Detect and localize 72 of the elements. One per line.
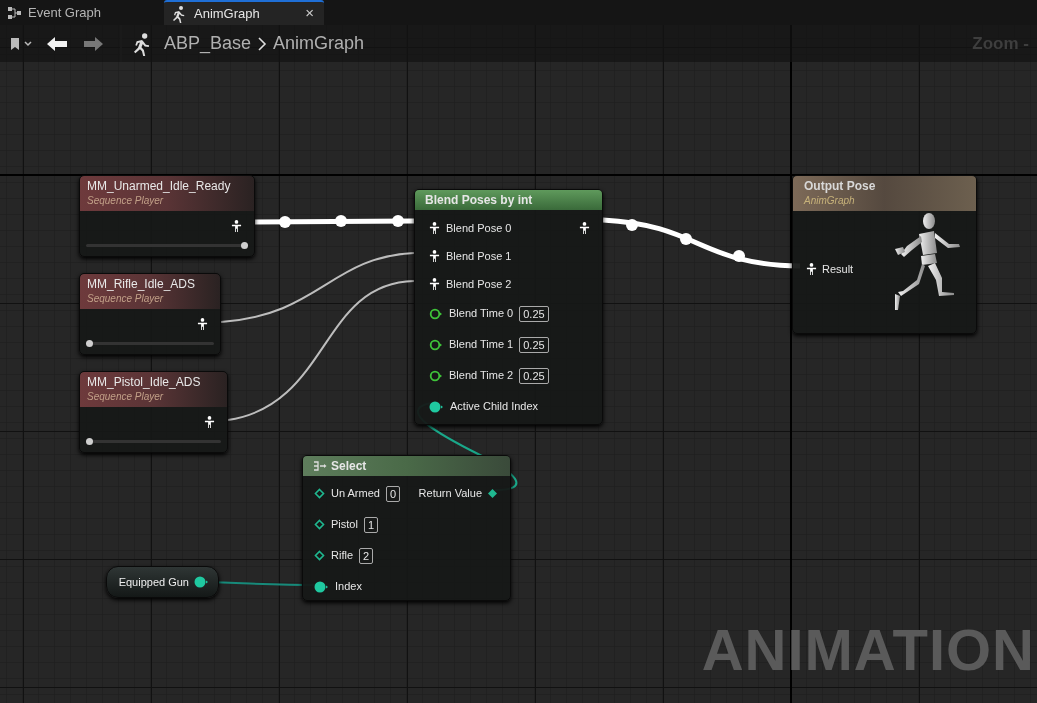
node-title: Equipped Gun xyxy=(118,574,189,590)
pin-label: Blend Pose 0 xyxy=(446,220,512,236)
tab[interactable]: Event Graph xyxy=(0,0,160,25)
diamond-pin-icon[interactable] xyxy=(314,519,325,530)
value-field[interactable]: 2 xyxy=(359,547,374,564)
graph-node[interactable]: Blend Poses by int Blend Pose 0 Blend Pose 1 Blend Pose 2 Blend Time 0 0.25 Blend Time 1 0.25 Blend Time 2 0.25 Active Child Index xyxy=(414,189,603,425)
back-arrow-icon[interactable] xyxy=(46,35,68,52)
int-pin-icon[interactable] xyxy=(314,580,329,593)
diamond-pin-icon[interactable] xyxy=(314,488,325,499)
pin-label: Index xyxy=(335,579,362,595)
pin-label: Blend Time 2 xyxy=(449,368,514,384)
pin-label: Blend Pose 2 xyxy=(446,276,512,292)
int-pin-icon[interactable] xyxy=(429,400,444,413)
graph-icon xyxy=(8,6,22,19)
pose-pin-icon[interactable] xyxy=(806,262,817,276)
pose-pin-icon[interactable] xyxy=(429,277,440,291)
position-thumb[interactable] xyxy=(86,438,93,445)
pose-pin-icon[interactable] xyxy=(429,221,440,235)
breadcrumb-link[interactable]: ABP_Base xyxy=(164,30,252,57)
diamond-pin-icon[interactable] xyxy=(487,487,498,499)
tab-label: Event Graph xyxy=(28,3,102,22)
node-title: Blend Poses by int xyxy=(425,192,533,209)
value-field[interactable]: 0.25 xyxy=(519,305,549,322)
pose-pin-icon[interactable] xyxy=(231,220,242,233)
graph-node[interactable]: MM_Pistol_Idle_ADS Sequence Player xyxy=(79,371,228,453)
diamond-pin-icon[interactable] xyxy=(314,550,325,561)
forward-arrow-icon[interactable] xyxy=(84,35,104,52)
variable-node[interactable]: Equipped Gun xyxy=(106,566,219,598)
node-title: MM_Pistol_Idle_ADS xyxy=(87,374,202,390)
pose-pin-icon[interactable] xyxy=(204,416,215,429)
pin-label: Result xyxy=(822,262,854,277)
float-pin-icon[interactable] xyxy=(429,369,443,382)
graph-node[interactable]: Output Pose AnimGraph Result xyxy=(792,175,977,334)
pin-label: Blend Time 1 xyxy=(449,337,514,353)
pose-pin-icon[interactable] xyxy=(429,249,440,263)
pin-label: Pistol xyxy=(331,517,358,533)
node-subtitle: Sequence Player xyxy=(87,390,165,404)
value-field[interactable]: 0 xyxy=(385,485,401,502)
pin-label: Return Value xyxy=(418,485,482,501)
pin-label: Active Child Index xyxy=(450,399,539,415)
pin-label: Un Armed xyxy=(331,486,380,502)
tab[interactable]: AnimGraph × xyxy=(164,0,324,25)
chevron-icon xyxy=(257,36,268,51)
position-thumb[interactable] xyxy=(241,242,248,249)
node-subtitle: Sequence Player xyxy=(87,194,165,208)
breadcrumb-link[interactable]: AnimGraph xyxy=(273,30,365,57)
graph-node[interactable]: MM_Rifle_Idle_ADS Sequence Player xyxy=(79,273,221,355)
pin-label: Blend Pose 1 xyxy=(446,248,512,264)
int-pin-icon[interactable] xyxy=(194,576,209,588)
pin-label: Blend Time 0 xyxy=(449,306,514,322)
close-icon[interactable]: × xyxy=(301,2,318,25)
select-icon xyxy=(313,461,327,471)
node-title: Output Pose xyxy=(804,178,877,194)
node-title: MM_Unarmed_Idle_Ready xyxy=(87,178,232,194)
graph-node[interactable]: Select Un Armed 0 Pistol 1 Rifle 2 Index Return Value xyxy=(302,455,511,601)
pin-label: Rifle xyxy=(331,548,353,564)
position-thumb[interactable] xyxy=(86,340,93,347)
pose-pin-icon[interactable] xyxy=(579,221,590,235)
value-field[interactable]: 0.25 xyxy=(519,336,549,353)
value-field[interactable]: 1 xyxy=(363,516,379,533)
node-title: Select xyxy=(331,458,367,475)
graph-type-label: ANIMATION xyxy=(701,617,1035,682)
float-pin-icon[interactable] xyxy=(429,338,443,351)
graph-node[interactable]: MM_Unarmed_Idle_Ready Sequence Player xyxy=(79,175,255,257)
node-title: MM_Rifle_Idle_ADS xyxy=(87,276,197,292)
node-subtitle: AnimGraph xyxy=(804,194,856,208)
node-subtitle: Sequence Player xyxy=(87,292,165,306)
pose-pin-icon[interactable] xyxy=(197,318,208,331)
value-field[interactable]: 0.25 xyxy=(519,367,549,384)
float-pin-icon[interactable] xyxy=(429,307,443,320)
tab-label: AnimGraph xyxy=(194,4,261,23)
bookmark-icon[interactable] xyxy=(10,36,32,51)
